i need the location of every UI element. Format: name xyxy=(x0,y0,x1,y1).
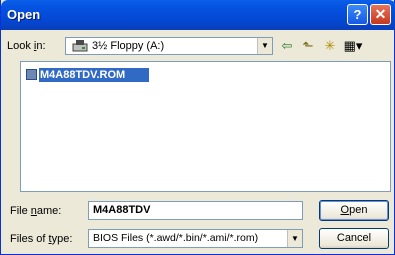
look-in-label: Look in: xyxy=(7,40,46,52)
floppy-drive-icon xyxy=(72,40,88,52)
views-menu-icon[interactable]: ▦▾ xyxy=(341,38,365,54)
window-title: Open xyxy=(7,7,41,22)
cancel-button[interactable]: Cancel xyxy=(319,228,389,249)
open-dialog: Open ? ✕ Look in: 3½ Floppy (A:) ▼ ⇦ ⬑ ✳… xyxy=(0,0,395,255)
back-icon[interactable]: ⇦ xyxy=(278,38,296,54)
title-bar[interactable]: Open ? ✕ xyxy=(1,0,395,30)
file-type-value: BIOS Files (*.awd/*.bin/*.ami/*.rom) xyxy=(93,232,259,244)
file-type-combo[interactable]: BIOS Files (*.awd/*.bin/*.ami/*.rom) ▼ xyxy=(88,229,303,248)
look-in-combo[interactable]: 3½ Floppy (A:) ▼ xyxy=(65,37,273,55)
file-name-label: File name: xyxy=(10,205,62,217)
file-type-label: Files of type: xyxy=(10,233,73,245)
help-button[interactable]: ? xyxy=(347,4,368,25)
new-folder-icon[interactable]: ✳ xyxy=(321,38,339,54)
file-list[interactable]: M4A88TDV.ROM xyxy=(20,61,391,192)
close-button[interactable]: ✕ xyxy=(370,4,391,25)
chevron-down-icon[interactable]: ▼ xyxy=(257,38,272,54)
chevron-down-icon[interactable]: ▼ xyxy=(287,230,302,247)
list-item[interactable]: M4A88TDV.ROM xyxy=(26,67,150,82)
file-name-input[interactable]: M4A88TDV xyxy=(88,201,303,220)
file-name-value: M4A88TDV xyxy=(93,204,151,216)
look-in-value: 3½ Floppy (A:) xyxy=(92,40,165,52)
rom-file-icon xyxy=(26,69,37,80)
file-name: M4A88TDV.ROM xyxy=(39,67,150,82)
up-folder-icon[interactable]: ⬑ xyxy=(299,38,317,54)
open-button[interactable]: Open xyxy=(319,200,389,221)
